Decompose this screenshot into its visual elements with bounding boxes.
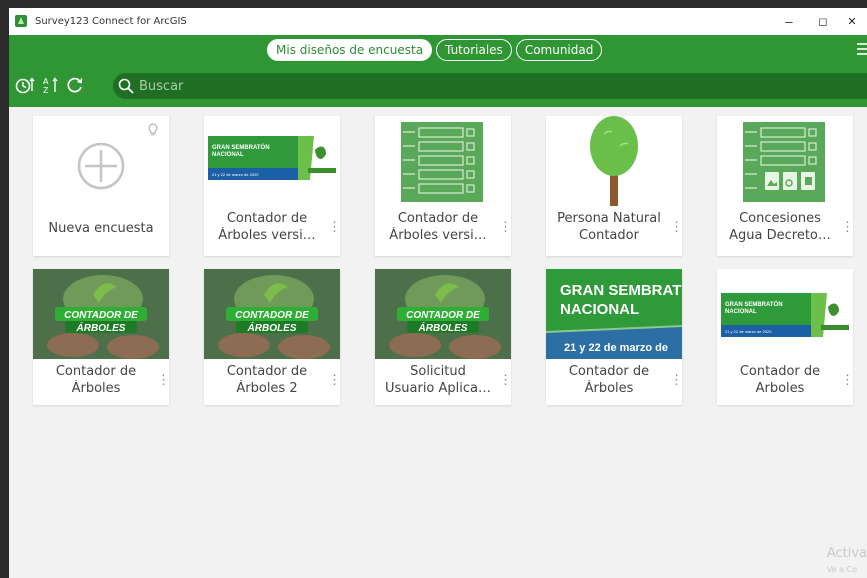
tab-mis-disenos[interactable]: Mis diseños de encuesta — [267, 39, 433, 61]
survey-thumbnail — [546, 116, 682, 206]
tree-icon — [546, 116, 682, 206]
gran-sembraton-banner-image: GRAN SEMBRATÓN NACIONAL 21 y 22 de marzo… — [717, 269, 853, 359]
svg-text:Z: Z — [43, 86, 49, 95]
gran-sembraton-banner-image: GRAN SEMBRATÓN NACIONAL 21 y 22 de marzo… — [204, 116, 340, 206]
activation-watermark: Activa Ve a Co — [826, 546, 867, 574]
survey-thumbnail: CONTADOR DE ÁRBOLES — [204, 269, 340, 359]
banner-large-title-2: NACIONAL — [560, 301, 639, 318]
survey-title: Contador de Árboles 2 — [226, 364, 308, 396]
survey-thumbnail — [375, 116, 511, 206]
more-options-icon[interactable]: ⋮ — [499, 218, 512, 236]
more-options-icon[interactable]: ⋮ — [499, 371, 512, 389]
survey-card[interactable]: Contador de Árboles versi… ⋮ — [375, 116, 512, 256]
form-icon — [375, 116, 511, 206]
photo-title-2: ÁRBOLES — [76, 321, 126, 334]
banner-title-1: GRAN SEMBRATÓN — [725, 300, 783, 308]
search-bar[interactable] — [113, 73, 867, 99]
search-icon — [118, 78, 134, 94]
photo-title-1: CONTADOR DE — [235, 310, 309, 321]
new-survey-label: Nueva encuesta — [48, 221, 154, 236]
survey-title: Contador de Árboles versi… — [389, 211, 487, 243]
form-attachments-icon — [717, 116, 853, 206]
survey-title: Contador de Árboles — [568, 364, 650, 396]
survey-thumbnail: CONTADOR DE ÁRBOLES — [33, 269, 169, 359]
banner-large-title-1: GRAN SEMBRAT — [560, 282, 681, 299]
banner-large-date: 21 y 22 de marzo de — [564, 342, 668, 354]
new-survey-thumbnail — [33, 116, 169, 206]
photo-title-2: ÁRBOLES — [418, 321, 468, 334]
tab-bar: Mis diseños de encuesta Tutoriales Comun… — [267, 39, 603, 61]
survey-title: Persona Natural Contador — [557, 211, 661, 243]
contador-photo-image: CONTADOR DE ÁRBOLES — [204, 269, 340, 359]
more-options-icon[interactable]: ⋮ — [670, 218, 683, 236]
survey-card[interactable]: GRAN SEMBRATÓN NACIONAL 21 y 22 de marzo… — [204, 116, 341, 256]
search-input[interactable] — [139, 76, 539, 96]
gran-sembraton-large-image: GRAN SEMBRAT NACIONAL 21 y 22 de marzo d… — [546, 269, 682, 359]
contador-photo-image: CONTADOR DE ÁRBOLES — [33, 269, 169, 359]
survey-title: Contador de Arboles — [739, 364, 821, 396]
toolbar: A Z — [9, 69, 867, 101]
menu-icon[interactable] — [857, 41, 867, 57]
photo-title-1: CONTADOR DE — [406, 310, 480, 321]
survey-card[interactable]: GRAN SEMBRATÓN NACIONAL 21 y 22 de marzo… — [717, 269, 854, 405]
banner-date: 21 y 22 de marzo de 2020 — [725, 329, 772, 334]
survey-card[interactable]: Concesiones Agua Decreto… ⋮ — [717, 116, 854, 256]
tab-tutoriales[interactable]: Tutoriales — [436, 39, 512, 61]
survey-title: Concesiones Agua Decreto… — [729, 211, 831, 243]
svg-text:A: A — [43, 77, 49, 86]
survey-thumbnail: CONTADOR DE ÁRBOLES — [375, 269, 511, 359]
sort-by-date-icon[interactable] — [15, 75, 35, 95]
banner-title-1: GRAN SEMBRATÓN — [212, 143, 270, 151]
window-title: Survey123 Connect for ArcGIS — [35, 16, 187, 27]
title-bar: Survey123 Connect for ArcGIS – ◻ ✕ — [9, 8, 867, 35]
survey-thumbnail — [717, 116, 853, 206]
survey-card[interactable]: GRAN SEMBRAT NACIONAL 21 y 22 de marzo d… — [546, 269, 683, 405]
survey-card[interactable]: CONTADOR DE ÁRBOLES Contador de Árboles 2… — [204, 269, 341, 405]
survey-title: Contador de Árboles versi… — [218, 211, 316, 243]
new-survey-card[interactable]: Nueva encuesta — [33, 116, 169, 256]
minimize-button[interactable]: – — [772, 11, 806, 33]
app-window: Survey123 Connect for ArcGIS – ◻ ✕ Mis d… — [9, 8, 867, 578]
survey-thumbnail: GRAN SEMBRATÓN NACIONAL 21 y 22 de marzo… — [204, 116, 340, 206]
app-header: Mis diseños de encuesta Tutoriales Comun… — [9, 35, 867, 107]
survey-title: Contador de Árboles — [55, 364, 137, 396]
survey-thumbnail: GRAN SEMBRATÓN NACIONAL 21 y 22 de marzo… — [717, 269, 853, 359]
survey-thumbnail: GRAN SEMBRAT NACIONAL 21 y 22 de marzo d… — [546, 269, 682, 359]
survey123-app-icon — [15, 15, 27, 27]
watermark-line-1: Activa — [826, 546, 867, 561]
banner-date: 21 y 22 de marzo de 2020 — [212, 172, 259, 177]
lightbulb-icon[interactable] — [148, 123, 158, 137]
sort-alpha-icon[interactable]: A Z — [41, 75, 61, 95]
more-options-icon[interactable]: ⋮ — [841, 218, 854, 236]
more-options-icon[interactable]: ⋮ — [328, 218, 341, 236]
photo-title-2: ÁRBOLES — [247, 321, 297, 334]
refresh-icon[interactable] — [65, 75, 85, 95]
contador-photo-image: CONTADOR DE ÁRBOLES — [375, 269, 511, 359]
banner-title-2: NACIONAL — [725, 309, 757, 315]
survey-card[interactable]: CONTADOR DE ÁRBOLES Solicitud Usuario Apl… — [375, 269, 512, 405]
photo-title-1: CONTADOR DE — [64, 310, 138, 321]
more-options-icon[interactable]: ⋮ — [157, 371, 170, 389]
watermark-line-2: Ve a Co — [826, 565, 858, 574]
more-options-icon[interactable]: ⋮ — [328, 371, 341, 389]
survey-title: Solicitud Usuario Aplica… — [384, 364, 492, 396]
more-options-icon[interactable]: ⋮ — [670, 371, 683, 389]
more-options-icon[interactable]: ⋮ — [841, 371, 854, 389]
tab-comunidad[interactable]: Comunidad — [515, 39, 603, 61]
close-button[interactable]: ✕ — [835, 11, 867, 33]
survey-card[interactable]: Persona Natural Contador ⋮ — [546, 116, 683, 256]
banner-title-2: NACIONAL — [212, 152, 244, 158]
survey-card[interactable]: CONTADOR DE ÁRBOLES Contador de Árboles ⋮ — [33, 269, 170, 405]
